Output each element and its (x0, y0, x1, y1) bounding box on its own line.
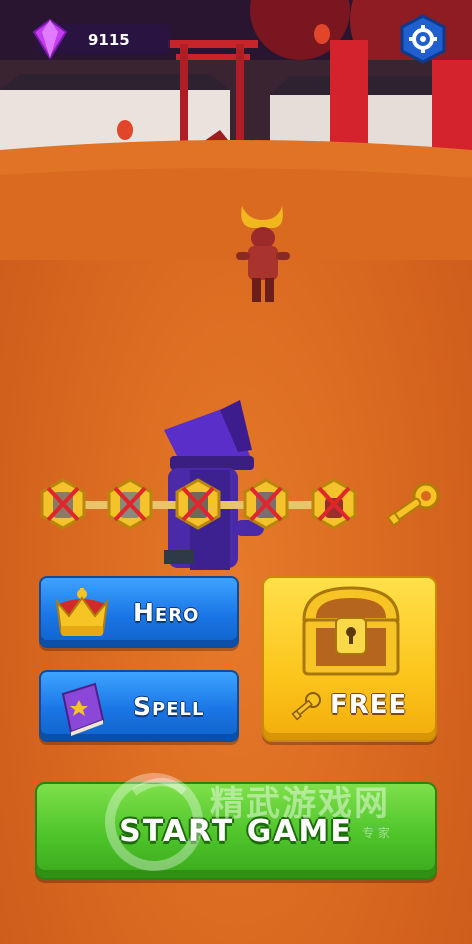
samurai-enemy (236, 206, 290, 302)
level-node-defeated (107, 478, 153, 530)
watermark-text: 精武游戏网 (210, 784, 390, 824)
level-node-defeated (40, 478, 86, 530)
purple-gem-icon (32, 18, 68, 60)
spell-button[interactable]: Spell (39, 670, 239, 742)
free-chest-button[interactable]: FREE (262, 576, 437, 742)
game-scene: 9115 Hero Spell FREE START GAME 精武游戏网 专 … (0, 0, 472, 944)
watermark-logo-icon (105, 773, 203, 871)
key-icon (291, 692, 321, 721)
spellbook-icon (61, 682, 105, 736)
settings-button[interactable] (400, 14, 446, 64)
hero-button-label: Hero (133, 598, 200, 627)
level-node-defeated (243, 478, 289, 530)
treasure-chest-icon (302, 586, 400, 676)
level-node-defeated (311, 478, 357, 530)
spell-button-label: Spell (133, 692, 205, 721)
hero-button[interactable]: Hero (39, 576, 239, 648)
crown-icon (55, 588, 109, 636)
golden-key-icon (386, 482, 440, 527)
gem-count: 9115 (88, 31, 130, 49)
level-node-defeated (175, 478, 221, 530)
watermark-subtext: 专 家 (362, 826, 390, 840)
free-chest-label: FREE (330, 690, 408, 720)
